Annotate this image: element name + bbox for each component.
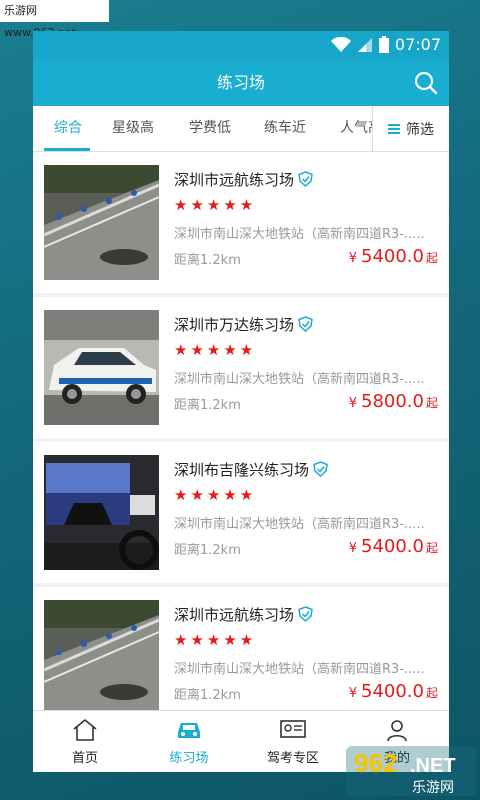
field-price: ¥5800.0 起 [348, 391, 438, 412]
wifi-icon [330, 36, 351, 52]
status-bar: 07:07 [33, 31, 449, 60]
active-tab-indicator [44, 148, 90, 151]
filter-label: 筛选 [406, 121, 434, 138]
battery-icon [378, 36, 389, 53]
field-distance: 距离1.2km [174, 253, 241, 268]
field-name: 深圳市万达练习场 [174, 314, 313, 335]
search-icon[interactable] [413, 70, 439, 96]
verified-shield-icon [313, 461, 328, 477]
svg-text:乐游网: 乐游网 [412, 780, 454, 796]
field-price: ¥5400.0 起 [348, 246, 438, 267]
field-distance: 距离1.2km [174, 398, 241, 413]
thumbnail-car-image [44, 310, 159, 425]
nav-exam-zone-label: 驾考专区 [266, 751, 319, 766]
list-item[interactable]: 深圳市远航练习场 ★★★★★ 深圳市南山深大地铁站（高新南四道R3-..... … [33, 587, 449, 711]
thumbnail-road-image [44, 165, 159, 280]
list-item[interactable]: 深圳布吉隆兴练习场 ★★★★★ 深圳市南山深大地铁站（高新南四道R3-.....… [33, 442, 449, 583]
practice-field-list: 深圳市远航练习场 ★★★★★ 深圳市南山深大地铁站（高新南四道R3-..... … [33, 152, 449, 711]
menu-icon [388, 123, 400, 134]
watermark-text: 乐游网 www.962.net [0, 0, 109, 39]
verified-shield-icon [298, 606, 313, 622]
thumbnail-simulator-image [44, 455, 159, 570]
verified-shield-icon [298, 171, 313, 187]
nav-home-label: 首页 [71, 751, 98, 766]
list-item[interactable]: 深圳市远航练习场 ★★★★★ 深圳市南山深大地铁站（高新南四道R3-..... … [33, 152, 449, 293]
rating-stars: ★★★★★ [174, 196, 257, 214]
home-icon [73, 718, 97, 741]
tab-star-rating[interactable]: 星级高 [112, 106, 154, 150]
field-address: 深圳市南山深大地铁站（高新南四道R3-..... [174, 517, 425, 532]
thumbnail-road-image [44, 600, 159, 711]
id-card-icon [280, 720, 306, 738]
tab-distance-near[interactable]: 练车近 [264, 106, 306, 150]
phone-screen: 07:07 练习场 综合 星级高 学费低 练车近 人气高 筛选 深圳市远航练习场… [33, 31, 449, 772]
filter-button[interactable]: 筛选 [372, 106, 449, 151]
field-name: 深圳市远航练习场 [174, 604, 313, 625]
rating-stars: ★★★★★ [174, 486, 257, 504]
field-address: 深圳市南山深大地铁站（高新南四道R3-..... [174, 372, 425, 387]
rating-stars: ★★★★★ [174, 631, 257, 649]
tab-comprehensive[interactable]: 综合 [54, 106, 82, 150]
page-title: 练习场 [216, 73, 265, 92]
rating-stars: ★★★★★ [174, 341, 257, 359]
field-name: 深圳布吉隆兴练习场 [174, 459, 328, 480]
nav-practice-field-label: 练习场 [169, 751, 209, 766]
field-name: 深圳市远航练习场 [174, 169, 313, 190]
tab-tuition-low[interactable]: 学费低 [189, 106, 231, 150]
field-distance: 距离1.2km [174, 688, 241, 703]
car-icon [178, 723, 200, 738]
status-time: 07:07 [394, 35, 441, 54]
watermark-logo: 962 .NET 乐游网 [346, 746, 476, 796]
field-distance: 距离1.2km [174, 543, 241, 558]
sort-tabs: 综合 星级高 学费低 练车近 人气高 筛选 [33, 106, 449, 152]
signal-icon [357, 37, 372, 52]
verified-shield-icon [298, 316, 313, 332]
nav-home[interactable]: 首页 [33, 711, 137, 772]
nav-practice-field[interactable]: 练习场 [137, 711, 241, 772]
field-address: 深圳市南山深大地铁站（高新南四道R3-..... [174, 662, 425, 677]
field-address: 深圳市南山深大地铁站（高新南四道R3-..... [174, 227, 425, 242]
list-item[interactable]: 深圳市万达练习场 ★★★★★ 深圳市南山深大地铁站（高新南四道R3-..... … [33, 297, 449, 438]
app-bar: 练习场 [33, 60, 449, 106]
field-price: ¥5400.0 起 [348, 536, 438, 557]
field-price: ¥5400.0 起 [348, 681, 438, 702]
svg-text:.NET: .NET [410, 755, 456, 777]
nav-exam-zone[interactable]: 驾考专区 [241, 711, 345, 772]
svg-text:962: 962 [354, 748, 397, 778]
